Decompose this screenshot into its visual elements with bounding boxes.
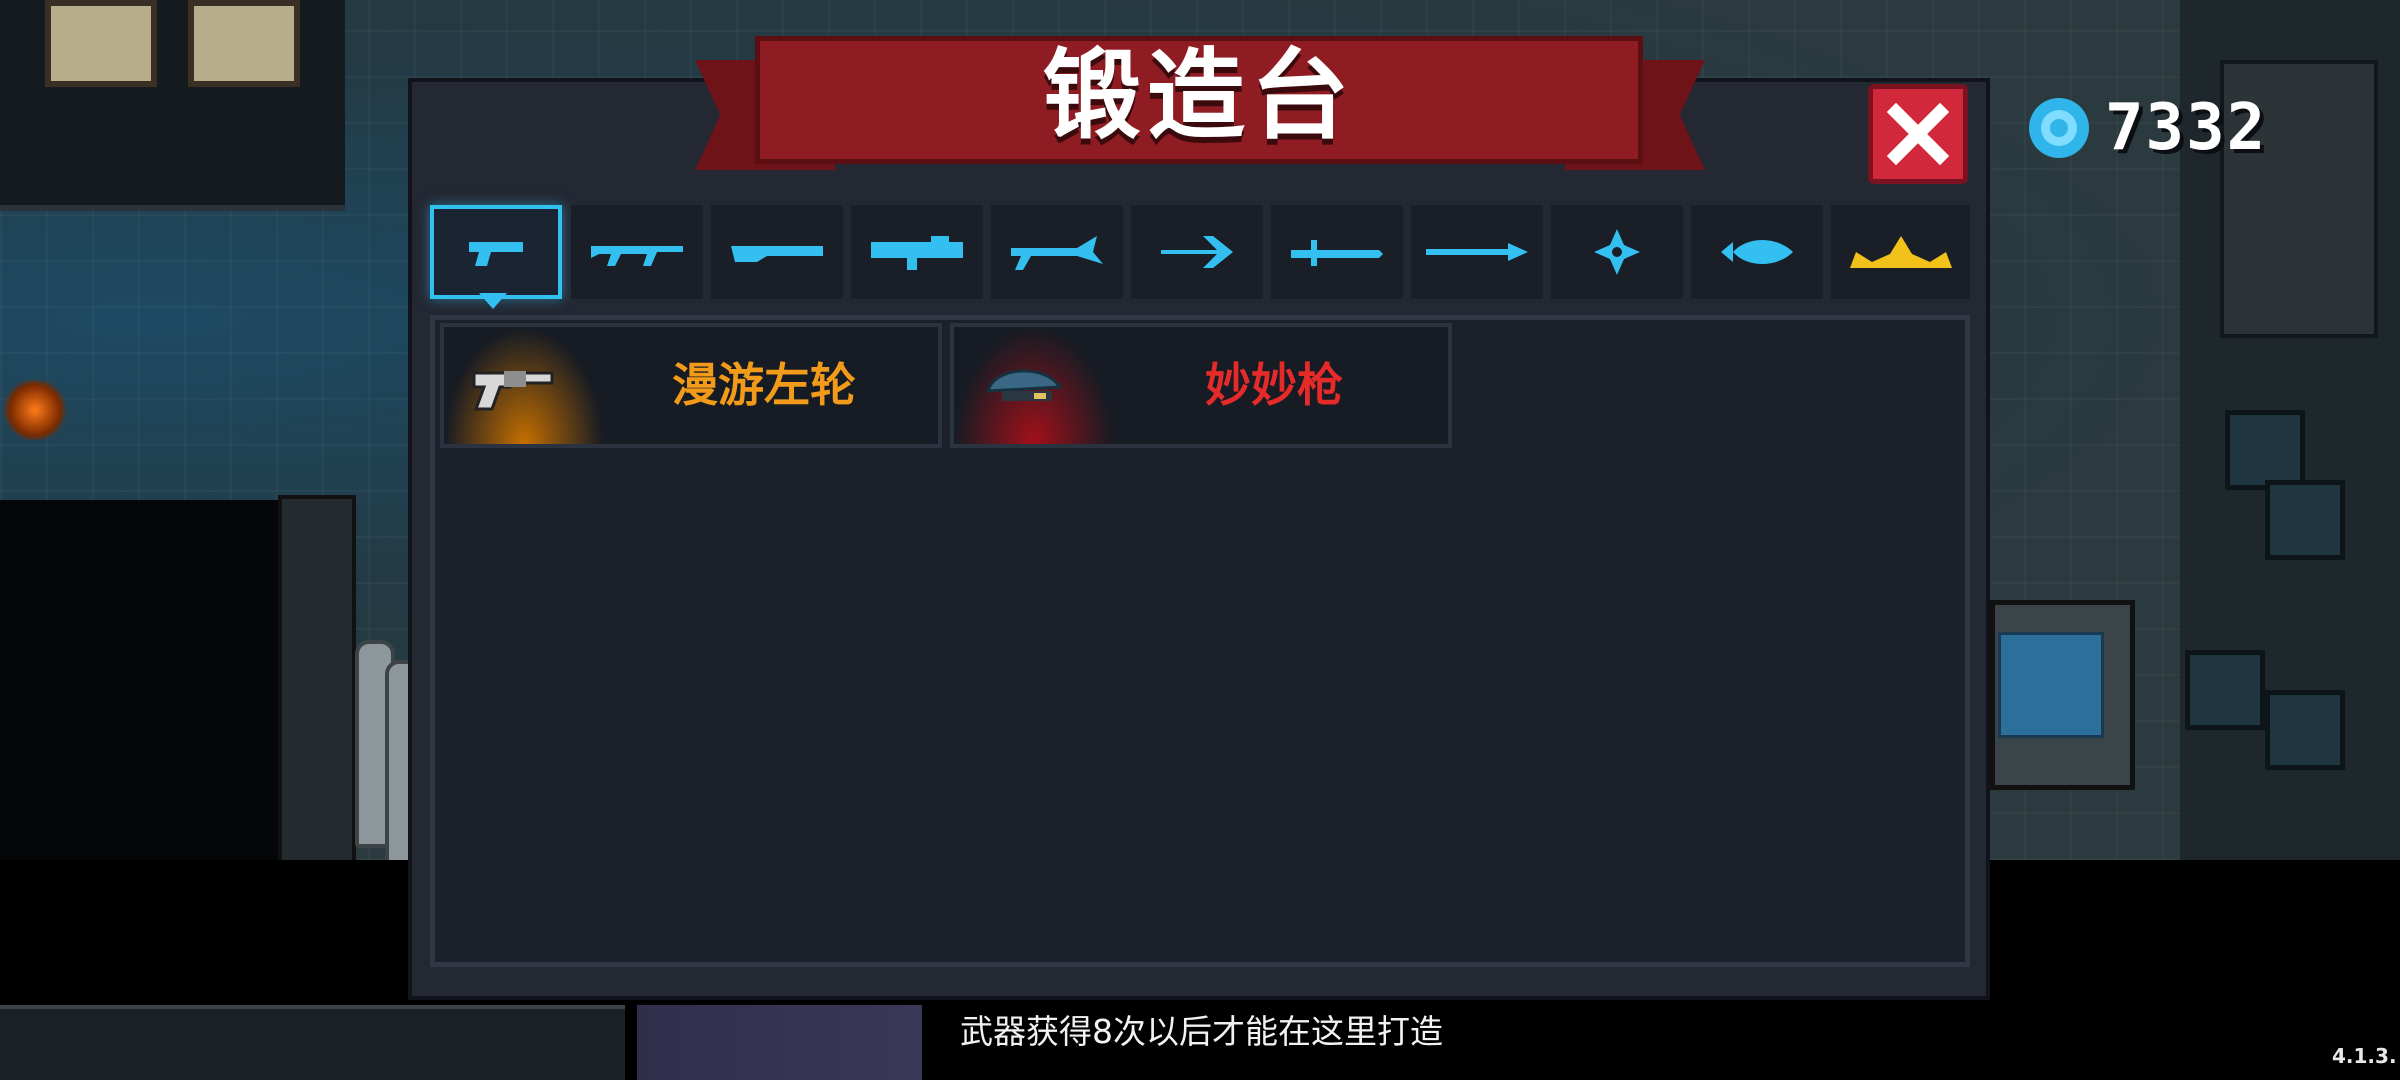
wall-painting: [188, 0, 300, 87]
tab-shuriken[interactable]: [1551, 205, 1683, 299]
close-button[interactable]: [1868, 84, 1968, 184]
tab-fish[interactable]: [1691, 205, 1823, 299]
version-label: 4.1.3.: [2332, 1044, 2397, 1068]
tab-rocket[interactable]: [851, 205, 983, 299]
gem-count: 7332: [2105, 91, 2268, 165]
sword-icon: [1291, 240, 1383, 266]
fire-creature: [0, 380, 70, 440]
spear-icon: [1426, 243, 1528, 261]
weapon-name: 漫游左轮: [672, 358, 856, 412]
weapon-card[interactable]: 妙妙枪: [950, 323, 1452, 448]
tab-spear[interactable]: [1411, 205, 1543, 299]
doorway: [637, 1005, 922, 1080]
blueprint: [1998, 632, 2104, 738]
laser-gun-icon: [1011, 236, 1103, 270]
tab-shotgun[interactable]: [711, 205, 843, 299]
bottom-wall: [0, 1005, 625, 1080]
crown-icon: [1849, 236, 1952, 268]
tab-special[interactable]: [1831, 205, 1970, 299]
crate: [2225, 410, 2305, 490]
tab-indicator: [479, 293, 507, 309]
bow-icon: [1161, 236, 1233, 268]
tab-sword[interactable]: [1271, 205, 1403, 299]
revolver-icon: [472, 371, 554, 411]
wall-painting: [45, 0, 157, 87]
shuriken-icon: [1594, 229, 1640, 275]
title-banner: 锻造台: [695, 20, 1705, 170]
rifle-icon: [591, 246, 683, 266]
close-icon: [1886, 102, 1950, 166]
page-title: 锻造台: [1042, 39, 1355, 153]
weapon-category-tabs: [430, 205, 1970, 299]
tab-pistol[interactable]: [430, 205, 562, 299]
gem-icon: [2029, 98, 2089, 158]
tab-bow[interactable]: [1131, 205, 1263, 299]
tab-rifle[interactable]: [571, 205, 703, 299]
tab-laser[interactable]: [991, 205, 1123, 299]
crate: [2185, 650, 2265, 730]
weapon-name: 妙妙枪: [1205, 358, 1343, 412]
rocket-launcher-icon: [871, 236, 963, 270]
weapon-card[interactable]: 漫游左轮: [440, 323, 942, 448]
fish-icon: [1721, 240, 1793, 264]
turtle-gun-icon: [986, 369, 1063, 401]
pistol-icon: [469, 242, 523, 266]
crate: [2265, 690, 2345, 770]
pillar: [278, 495, 356, 868]
forge-hint: 武器获得8次以后才能在这里打造: [960, 1012, 1443, 1051]
crate: [2265, 480, 2345, 560]
shotgun-icon: [731, 246, 823, 262]
